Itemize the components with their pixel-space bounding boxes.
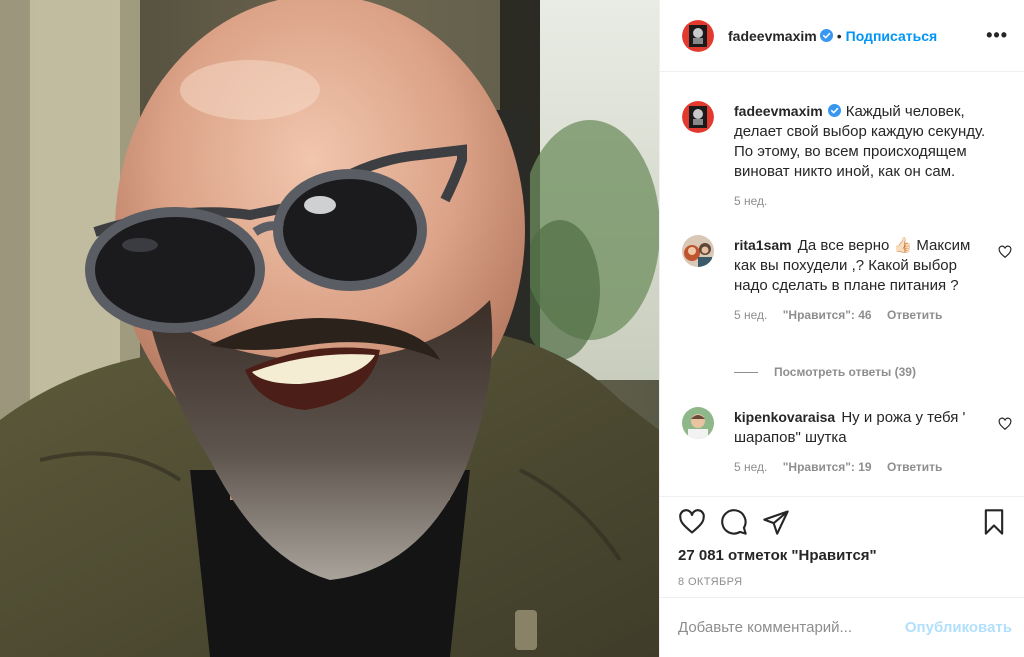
separator-dot: •	[836, 27, 842, 44]
caption-meta: 5 нед.	[734, 194, 1012, 208]
divider-line	[734, 371, 758, 373]
comments-list[interactable]: fadeevmaxim Каждый человек, делает свой в…	[660, 73, 1024, 495]
caption-username[interactable]: fadeevmaxim	[734, 103, 823, 119]
user-avatar-image	[682, 235, 714, 267]
more-options-icon[interactable]: •••	[986, 25, 1008, 46]
user-avatar-image	[682, 101, 714, 133]
comment-meta: 5 нед. "Нравится": 46 Ответить	[734, 308, 1012, 322]
comment-input[interactable]	[678, 619, 905, 636]
post-actions: 27 081 отметок "Нравится" 8 октября	[660, 496, 1024, 588]
post-header: fadeevmaxim • Подписаться •••	[660, 0, 1024, 72]
view-replies-button[interactable]: Посмотреть ответы (39)	[734, 365, 916, 379]
comment-text-block: rita1sam Да все верно 👍🏻 Максим как вы п…	[734, 235, 1012, 296]
caption-text-block: fadeevmaxim Каждый человек, делает свой в…	[734, 101, 1012, 182]
avatar[interactable]	[682, 19, 714, 52]
verified-badge-icon	[827, 104, 841, 117]
reply-button[interactable]: Ответить	[887, 308, 942, 322]
post-author-username[interactable]: fadeevmaxim	[728, 28, 817, 44]
user-avatar-image	[682, 407, 714, 439]
post-photo[interactable]	[0, 0, 659, 657]
post-side-panel: fadeevmaxim • Подписаться ••• fadeevmaxi…	[659, 0, 1024, 657]
like-comment-heart-icon[interactable]	[998, 245, 1012, 259]
comment-bubble-icon[interactable]	[720, 508, 748, 536]
share-direct-icon[interactable]	[762, 508, 790, 536]
like-comment-heart-icon[interactable]	[998, 417, 1012, 431]
follow-button[interactable]: Подписаться	[846, 28, 938, 44]
comment-username[interactable]: kipenkovaraisa	[734, 409, 835, 425]
post-date[interactable]: 8 октября	[678, 576, 1008, 588]
like-heart-icon[interactable]	[678, 508, 706, 536]
avatar[interactable]	[682, 101, 714, 133]
user-avatar-image	[682, 19, 714, 52]
comment-meta: 5 нед. "Нравится": 19 Ответить	[734, 460, 1012, 474]
action-icons-row	[678, 497, 1008, 547]
likes-count[interactable]: 27 081 отметок "Нравится"	[678, 547, 1008, 564]
avatar[interactable]	[682, 407, 714, 439]
publish-button[interactable]: Опубликовать	[905, 619, 1012, 636]
comment-time[interactable]: 5 нед.	[734, 460, 767, 474]
reply-button[interactable]: Ответить	[887, 460, 942, 474]
comment-likes[interactable]: "Нравится": 19	[783, 460, 872, 474]
comment-item: rita1sam Да все верно 👍🏻 Максим как вы п…	[682, 235, 1012, 322]
comment-item: kipenkovaraisa Ну и рожа у тебя ' шарапо…	[682, 407, 1012, 474]
comment-username[interactable]: rita1sam	[734, 237, 792, 253]
add-comment-bar: Опубликовать	[660, 597, 1024, 657]
view-replies-label: Посмотреть ответы (39)	[774, 365, 916, 379]
caption: fadeevmaxim Каждый человек, делает свой в…	[682, 101, 1012, 208]
post-image	[0, 0, 659, 657]
comment-text-block: kipenkovaraisa Ну и рожа у тебя ' шарапо…	[734, 407, 1012, 448]
avatar[interactable]	[682, 235, 714, 267]
save-bookmark-icon[interactable]	[980, 508, 1008, 536]
caption-time[interactable]: 5 нед.	[734, 194, 767, 208]
comment-time[interactable]: 5 нед.	[734, 308, 767, 322]
verified-badge-icon	[819, 29, 833, 42]
comment-likes[interactable]: "Нравится": 46	[783, 308, 872, 322]
